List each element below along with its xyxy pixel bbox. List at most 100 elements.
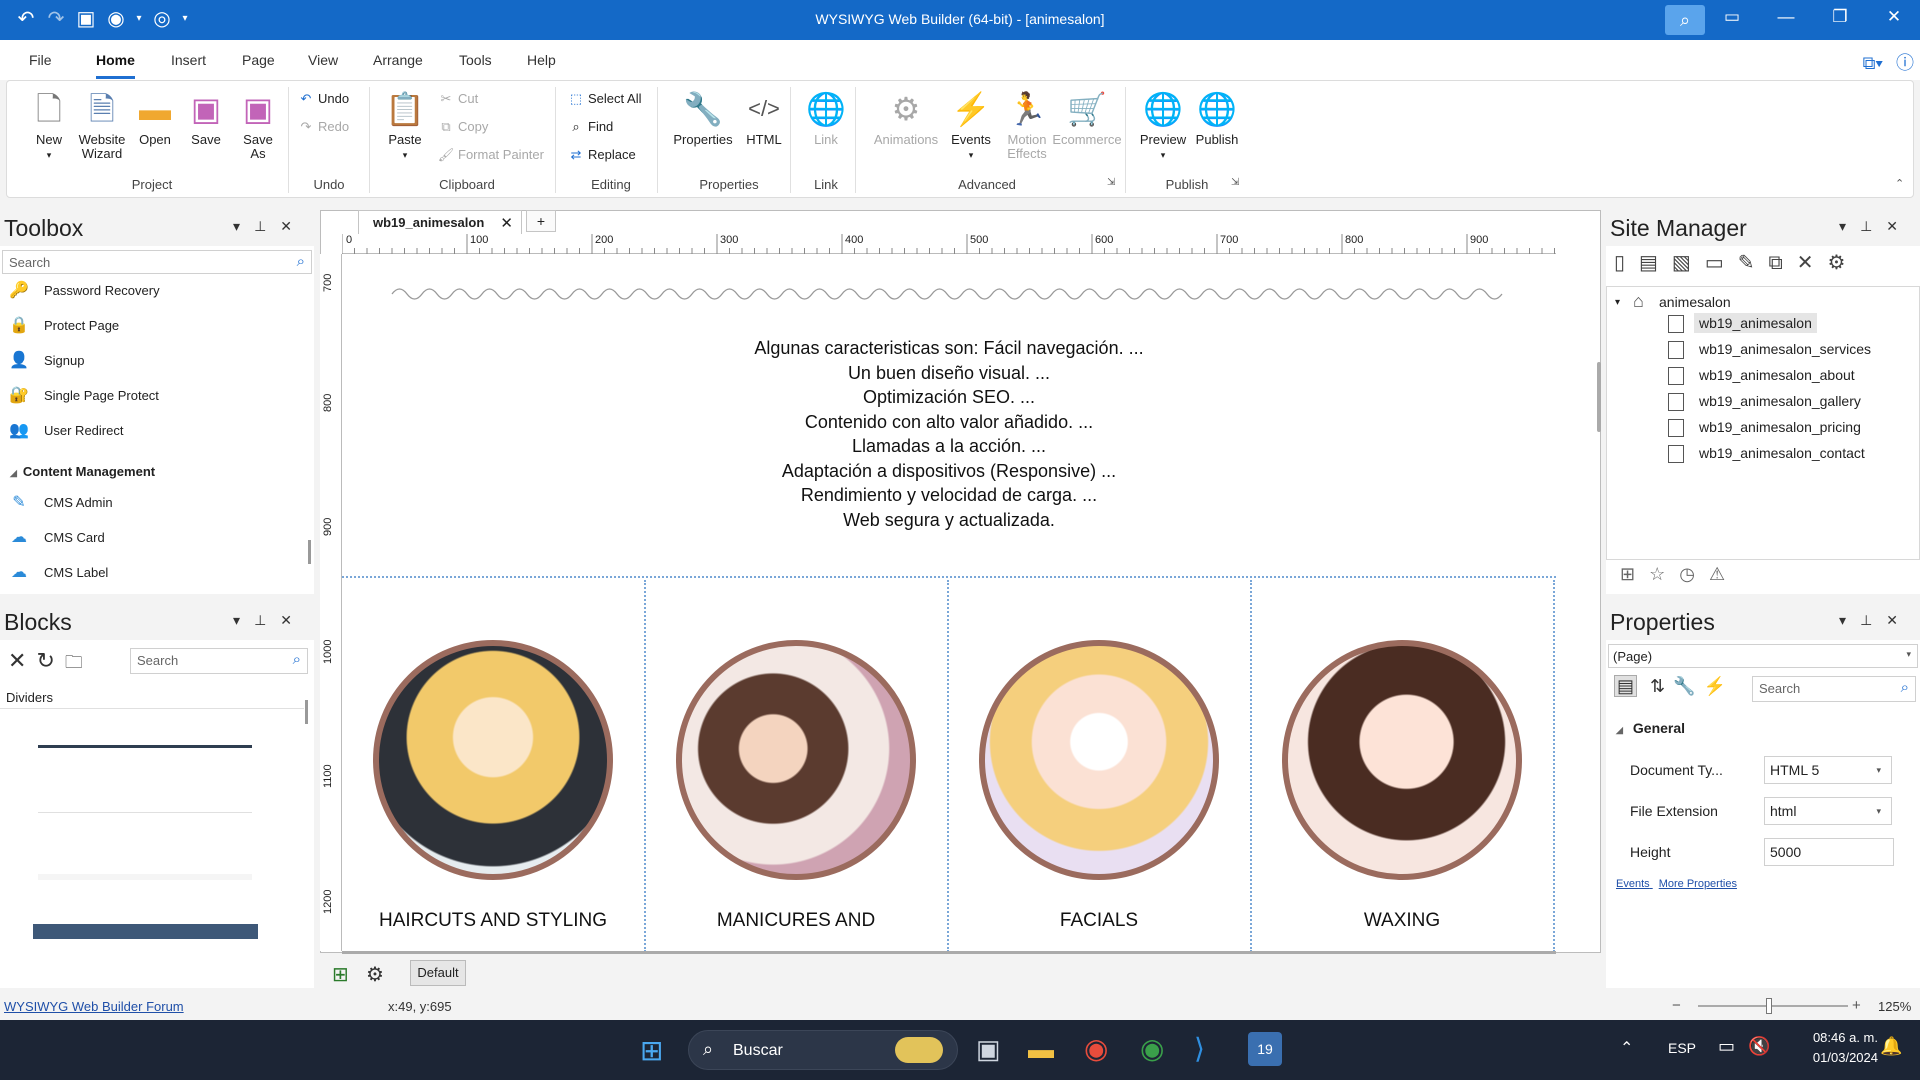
save-as-button[interactable]: ▣ Save As (233, 89, 283, 161)
chrome-profile-icon[interactable]: ◉ (1140, 1032, 1164, 1065)
document-type-select[interactable]: HTML 5 ▾ (1764, 756, 1892, 784)
toolbox-item-signup[interactable]: 👤 Signup (6, 346, 306, 376)
properties-section-general[interactable]: ◢ General (1616, 720, 1685, 736)
page-list-icon[interactable]: ▤ (1639, 252, 1672, 274)
folder-icon[interactable]: 🗀 (65, 652, 93, 672)
format-painter-button[interactable]: 🖌 Format Painter (437, 147, 544, 163)
haircut-image[interactable] (373, 640, 613, 880)
sitemap-icon[interactable]: ⊞ (1620, 564, 1649, 584)
facial-image[interactable] (979, 640, 1219, 880)
toolbox-search-input[interactable]: Search ⌕ (2, 250, 312, 274)
panel-controls[interactable]: ▾⊥✕ (1839, 612, 1912, 629)
collapse-ribbon-icon[interactable]: ⌃ (1895, 177, 1904, 190)
ecommerce-button[interactable]: 🛒 Ecommerce (1047, 89, 1127, 147)
site-page-item[interactable]: wb19_animesalon_about (1668, 365, 1860, 385)
delete-icon[interactable]: ✕ (8, 648, 36, 673)
preview-button[interactable]: 🌐 Preview ▾ (1133, 89, 1193, 162)
new-folder-icon[interactable]: ▭ (1705, 252, 1738, 274)
page-properties-icon[interactable]: ⚙ (1828, 252, 1860, 274)
clock-date[interactable]: 01/03/2024 (1788, 1050, 1878, 1065)
publish-button[interactable]: 🌐 Publish (1187, 89, 1247, 147)
events-button[interactable]: ⚡ Events ▾ (941, 89, 1001, 162)
animations-button[interactable]: ⚙ Animations (863, 89, 949, 147)
categorized-icon[interactable]: ▤ (1614, 675, 1638, 697)
toolbox-item-protect-page[interactable]: 🔒 Protect Page (6, 311, 306, 341)
page-checkbox[interactable] (1668, 315, 1684, 333)
service-label-waxing[interactable]: WAXING (1251, 910, 1553, 932)
panel-controls[interactable]: ▾⊥✕ (233, 218, 306, 235)
add-tab-button[interactable]: + (526, 210, 556, 232)
toolbox-item-cms-label[interactable]: ☁ CMS Label (6, 558, 306, 588)
undo-button[interactable]: ↶ Undo (297, 91, 350, 107)
search-icon[interactable]: ⌕ (293, 651, 301, 668)
notification-bell-icon[interactable]: 🔔 (1880, 1036, 1902, 1057)
toolbox-item-user-redirect[interactable]: 👥 User Redirect (6, 416, 306, 446)
page-checkbox[interactable] (1668, 445, 1684, 463)
page-checkbox[interactable] (1668, 393, 1684, 411)
open-button[interactable]: ▬ Open (129, 89, 181, 147)
object-selector[interactable]: (Page) ▾ (1608, 644, 1918, 668)
zoom-slider-thumb[interactable] (1766, 998, 1772, 1014)
delete-page-icon[interactable]: ✕ (1797, 252, 1828, 274)
panel-controls[interactable]: ▾⊥✕ (233, 612, 306, 629)
clock-time[interactable]: 08:46 a. m. (1788, 1030, 1878, 1045)
service-label-haircuts[interactable]: HAIRCUTS AND STYLING (342, 910, 644, 932)
blocks-scrollbar[interactable] (305, 700, 308, 724)
menu-home[interactable]: Home (96, 52, 135, 79)
close-tab-icon[interactable]: ✕ (500, 214, 513, 232)
maximize-icon[interactable]: ❐ (1820, 7, 1860, 27)
menu-insert[interactable]: Insert (171, 52, 206, 68)
html-button[interactable]: </> HTML (741, 89, 787, 147)
page-design-surface[interactable]: Algunas caracteristicas son: Fácil naveg… (342, 254, 1556, 951)
menu-help[interactable]: Help (527, 52, 556, 68)
panel-controls[interactable]: ▾⊥✕ (1839, 218, 1912, 235)
windows-start-icon[interactable]: ⊞ (640, 1034, 663, 1067)
page-checkbox[interactable] (1668, 341, 1684, 359)
dialog-launcher-icon[interactable]: ⇲ (1231, 177, 1239, 188)
toolbox-scrollbar[interactable] (308, 540, 311, 564)
forum-link[interactable]: WYSIWYG Web Builder Forum (4, 999, 184, 1014)
link-button[interactable]: 🌐 Link (801, 89, 851, 147)
find-button[interactable]: ⌕ Find (567, 119, 613, 135)
blocks-search-input[interactable]: Search ⌕ (130, 648, 308, 674)
more-properties-link[interactable]: More Properties (1659, 878, 1737, 890)
site-root[interactable]: animesalon (1659, 294, 1731, 310)
page-link-icon[interactable]: ▧ (1672, 252, 1705, 274)
divider-block-1[interactable] (38, 745, 252, 748)
restore-layout-icon[interactable]: ▭ (1712, 7, 1752, 27)
new-button[interactable]: 🗋 New ▾ (21, 89, 77, 162)
divider-block-3[interactable] (38, 874, 252, 880)
toolbox-category-content-management[interactable]: ◢ Content Management (10, 464, 155, 479)
task-view-icon[interactable]: ▣ (976, 1034, 1001, 1065)
divider-block-2[interactable] (38, 812, 252, 813)
select-all-button[interactable]: ⬚ Select All (567, 91, 642, 107)
site-page-item[interactable]: wb19_animesalon_gallery (1668, 391, 1866, 411)
page-checkbox[interactable] (1668, 367, 1684, 385)
search-icon[interactable]: ⌕ (297, 253, 305, 270)
dialog-launcher-icon[interactable]: ⇲ (1107, 177, 1115, 188)
tab-wb19-animesalon[interactable]: wb19_animesalon ✕ (358, 210, 522, 234)
divider-block-4[interactable] (33, 924, 258, 939)
vscode-icon[interactable]: ⟩ (1194, 1032, 1205, 1065)
zoom-slider[interactable] (1698, 998, 1848, 1014)
chrome-icon[interactable]: ◉ (1084, 1032, 1108, 1065)
toolbox-item-single-page-protect[interactable]: 🔐 Single Page Protect (6, 381, 306, 411)
wrench-icon[interactable]: 🔧 (1673, 676, 1703, 696)
history-icon[interactable]: ◷ (1679, 564, 1709, 584)
close-icon[interactable]: ✕ (1874, 7, 1914, 27)
menu-view[interactable]: View (308, 52, 338, 68)
menu-page[interactable]: Page (242, 52, 275, 68)
volume-muted-icon[interactable]: 🔇 (1748, 1036, 1770, 1057)
vertical-scrollbar[interactable] (1597, 362, 1601, 432)
paste-button[interactable]: 📋 Paste ▾ (377, 89, 433, 162)
events-link[interactable]: Events (1616, 878, 1650, 890)
page-settings-icon[interactable]: ⚙ (366, 962, 384, 987)
lightning-icon[interactable]: ⚡ (1704, 676, 1734, 696)
pin-icon[interactable]: ☆ (1649, 564, 1679, 584)
help-icon[interactable]: ⓘ (1896, 53, 1914, 73)
site-page-item[interactable]: wb19_animesalon (1668, 313, 1817, 333)
default-layout-button[interactable]: Default (410, 960, 466, 986)
features-text-block[interactable]: Algunas caracteristicas son: Fácil naveg… (342, 336, 1556, 532)
show-hidden-icons-icon[interactable]: ⌃ (1620, 1038, 1633, 1058)
new-page-icon[interactable]: ▯ (1614, 252, 1639, 274)
